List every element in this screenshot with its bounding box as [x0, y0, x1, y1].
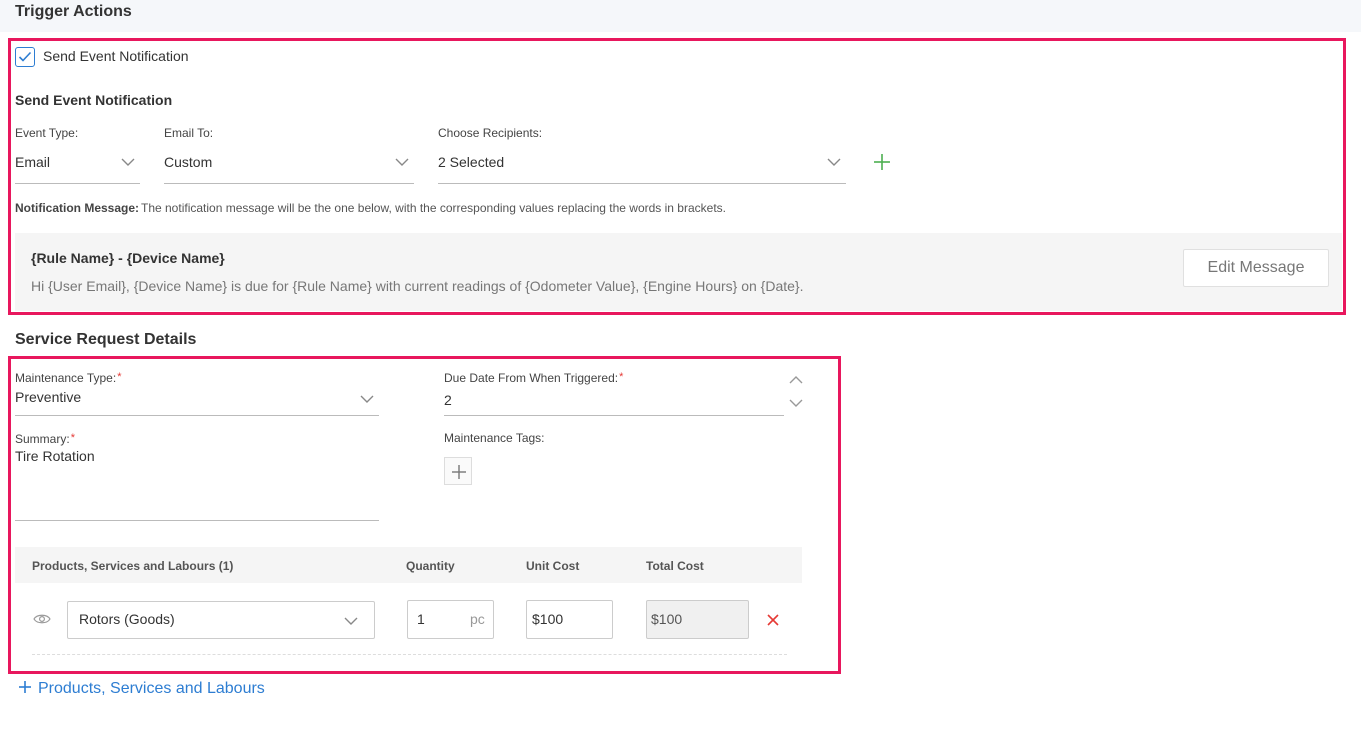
due-date-value: 2: [444, 392, 452, 408]
maintenance-type-underline: [15, 415, 379, 416]
column-header-products: Products, Services and Labours (1): [32, 559, 234, 573]
message-subject: {Rule Name} - {Device Name}: [31, 250, 225, 266]
email-to-label: Email To:: [164, 126, 214, 140]
checkbox-label: Send Event Notification: [43, 48, 189, 64]
notification-heading: Send Event Notification: [15, 92, 173, 108]
email-to-underline: [164, 183, 414, 184]
row-divider: [32, 654, 787, 655]
unit-cost-value: $100: [532, 611, 564, 627]
column-header-unit-cost: Unit Cost: [526, 559, 580, 573]
message-preview-box: [15, 233, 1342, 311]
due-date-label: Due Date From When Triggered:*: [444, 371, 624, 385]
add-tag-button[interactable]: [444, 457, 472, 485]
chevron-down-icon: [121, 158, 135, 166]
check-icon: [18, 51, 32, 62]
section-title-service-request: Service Request Details: [15, 331, 197, 348]
quantity-value: 1: [417, 611, 425, 627]
quantity-input[interactable]: 1 pc: [407, 600, 494, 639]
notification-message-hint: The notification message will be the one…: [141, 201, 726, 215]
summary-label: Summary:*: [15, 432, 75, 446]
product-select[interactable]: Rotors (Goods): [67, 601, 375, 639]
email-to-value: Custom: [164, 154, 213, 170]
chevron-down-icon: [344, 617, 358, 625]
recipients-underline: [438, 183, 846, 184]
recipients-label: Choose Recipients:: [438, 126, 543, 140]
total-cost-value: $100: [651, 611, 683, 627]
add-link-label: Products, Services and Labours: [38, 680, 265, 697]
maintenance-type-value: Preventive: [15, 389, 82, 405]
message-body: Hi {User Email}, {Device Name} is due fo…: [31, 278, 804, 294]
summary-value: Tire Rotation: [15, 448, 95, 464]
section-title-trigger-actions: Trigger Actions: [15, 3, 132, 20]
product-value: Rotors (Goods): [79, 611, 175, 627]
unit-cost-input[interactable]: $100: [526, 600, 613, 639]
recipients-value: 2 Selected: [438, 154, 505, 170]
plus-icon: [19, 681, 31, 693]
chevron-down-icon: [827, 158, 841, 166]
total-cost-field: $100: [646, 600, 749, 639]
due-date-underline: [444, 415, 784, 416]
eye-icon[interactable]: [33, 613, 51, 625]
add-recipient-plus-icon[interactable]: [873, 153, 891, 171]
chevron-up-icon[interactable]: [789, 375, 803, 385]
quantity-unit: pc: [470, 611, 485, 627]
event-type-value: Email: [15, 154, 51, 170]
maintenance-type-label: Maintenance Type:*: [15, 371, 122, 385]
edit-message-button[interactable]: Edit Message: [1183, 249, 1329, 287]
event-type-label: Event Type:: [15, 126, 79, 140]
chevron-down-icon: [395, 158, 409, 166]
column-header-total-cost: Total Cost: [646, 559, 704, 573]
column-header-quantity: Quantity: [406, 559, 455, 573]
maintenance-tags-label: Maintenance Tags:: [444, 431, 545, 445]
header-bar: [0, 0, 1361, 32]
add-products-services-labours-link[interactable]: Products, Services and Labours: [18, 680, 265, 698]
plus-icon: [452, 465, 466, 479]
event-type-underline: [15, 183, 140, 184]
send-event-notification-checkbox[interactable]: [15, 47, 35, 67]
chevron-down-icon: [360, 395, 374, 403]
chevron-down-icon[interactable]: [789, 398, 803, 408]
summary-underline: [15, 520, 379, 521]
notification-message-label: Notification Message:: [15, 201, 140, 215]
delete-x-icon[interactable]: [767, 614, 779, 626]
